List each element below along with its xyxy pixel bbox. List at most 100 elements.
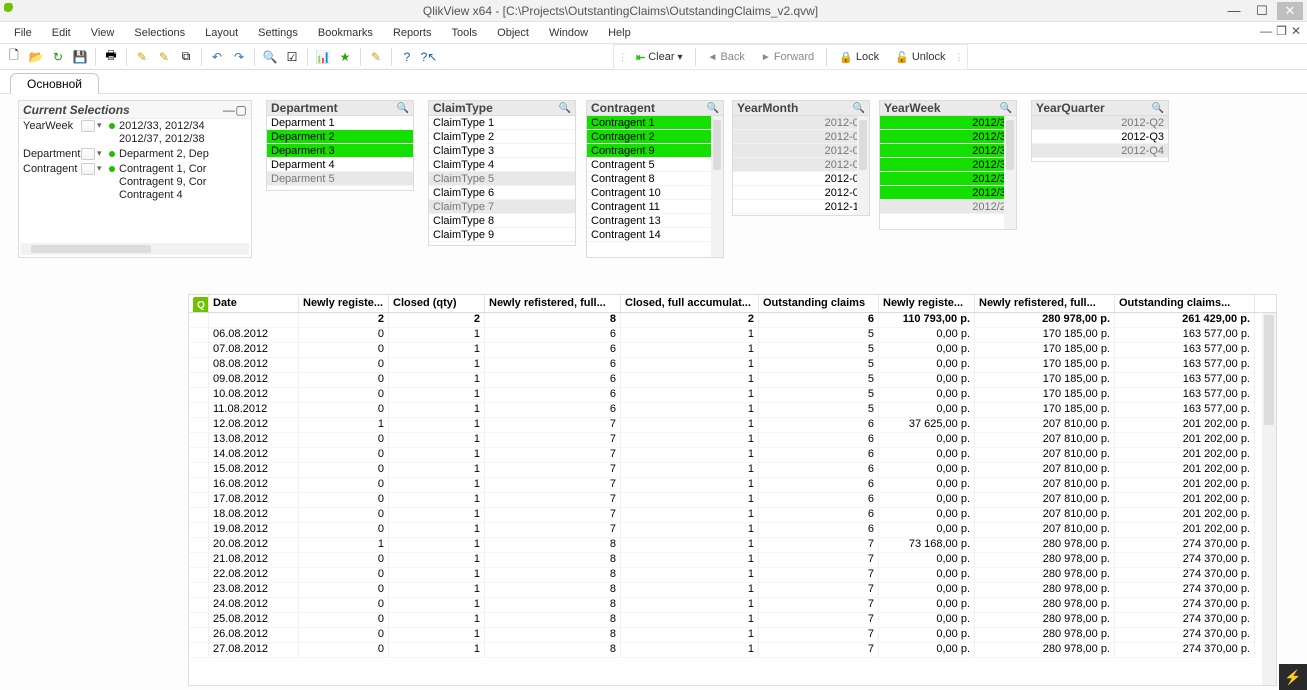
list-item[interactable]: Contragent 11 bbox=[587, 200, 723, 214]
help-icon[interactable]: ? bbox=[397, 47, 417, 67]
list-item[interactable]: Contragent 9 bbox=[587, 144, 723, 158]
table-row[interactable]: 22.08.2012018170,00 р.280 978,00 р.274 3… bbox=[189, 568, 1276, 583]
list-item[interactable]: Deparment 3 bbox=[267, 144, 413, 158]
list-item[interactable]: 2012-04 bbox=[733, 116, 869, 130]
table-scrollbar[interactable] bbox=[1262, 313, 1276, 685]
list-item[interactable]: ClaimType 3 bbox=[429, 144, 575, 158]
mdi-close-button[interactable]: ✕ bbox=[1291, 24, 1301, 38]
menu-settings[interactable]: Settings bbox=[248, 25, 308, 41]
edit-script-icon[interactable]: ✎ bbox=[132, 47, 152, 67]
menu-reports[interactable]: Reports bbox=[383, 25, 442, 41]
list-item[interactable]: 2012-Q2 bbox=[1032, 116, 1168, 130]
list-item[interactable]: 2012-08 bbox=[733, 172, 869, 186]
print-icon[interactable]: 🖶 bbox=[101, 47, 121, 67]
table-row[interactable]: 26.08.2012018170,00 р.280 978,00 р.274 3… bbox=[189, 628, 1276, 643]
table-row[interactable]: 09.08.2012016150,00 р.170 185,00 р.163 5… bbox=[189, 373, 1276, 388]
current-selections-icon[interactable]: ☑ bbox=[282, 47, 302, 67]
dropdown-icon[interactable]: ▾ bbox=[97, 148, 107, 159]
horizontal-scrollbar[interactable] bbox=[21, 243, 249, 255]
list-item[interactable]: Contragent 10 bbox=[587, 186, 723, 200]
menu-layout[interactable]: Layout bbox=[195, 25, 248, 41]
reload-icon[interactable]: ✎ bbox=[154, 47, 174, 67]
table-row[interactable]: 20.08.20121181773 168,00 р.280 978,00 р.… bbox=[189, 538, 1276, 553]
list-item[interactable]: Contragent 8 bbox=[587, 172, 723, 186]
search-icon[interactable]: 🔍 bbox=[853, 103, 865, 114]
list-item[interactable]: 2012/34 bbox=[880, 130, 1016, 144]
listbox-claimtype[interactable]: ClaimType🔍ClaimType 1ClaimType 2ClaimTyp… bbox=[428, 100, 576, 246]
column-header[interactable]: Closed, full accumulat... bbox=[621, 295, 759, 312]
dropdown-icon[interactable]: ▾ bbox=[678, 52, 683, 63]
minimize-icon[interactable]: — bbox=[223, 103, 235, 117]
undo-icon[interactable]: ↶ bbox=[207, 47, 227, 67]
notes-icon[interactable]: ✎ bbox=[366, 47, 386, 67]
menu-selections[interactable]: Selections bbox=[124, 25, 195, 41]
close-button[interactable]: ✕ bbox=[1277, 2, 1303, 20]
list-item[interactable]: 2012-06 bbox=[733, 144, 869, 158]
list-item[interactable]: 2012-10 bbox=[733, 200, 869, 214]
list-item[interactable]: Contragent 14 bbox=[587, 228, 723, 242]
table-row[interactable]: 07.08.2012016150,00 р.170 185,00 р.163 5… bbox=[189, 343, 1276, 358]
column-header[interactable]: Newly refistered, full... bbox=[975, 295, 1115, 312]
listbox-contragent[interactable]: Contragent🔍Contragent 1Contragent 2Contr… bbox=[586, 100, 724, 258]
list-item[interactable]: 2012/35 bbox=[880, 144, 1016, 158]
refresh-icon[interactable]: ↻ bbox=[48, 47, 68, 67]
list-item[interactable]: Contragent 13 bbox=[587, 214, 723, 228]
redo-icon[interactable]: ↷ bbox=[229, 47, 249, 67]
list-item[interactable]: ClaimType 1 bbox=[429, 116, 575, 130]
table-row[interactable]: 08.08.2012016150,00 р.170 185,00 р.163 5… bbox=[189, 358, 1276, 373]
listbox-department[interactable]: Department🔍Deparment 1Deparment 2Deparme… bbox=[266, 100, 414, 191]
clear-selection-icon[interactable] bbox=[81, 120, 95, 132]
table-row[interactable]: 14.08.2012017160,00 р.207 810,00 р.201 2… bbox=[189, 448, 1276, 463]
table-row[interactable]: 21.08.2012018170,00 р.280 978,00 р.274 3… bbox=[189, 553, 1276, 568]
menu-file[interactable]: File bbox=[4, 25, 42, 41]
search-icon[interactable]: 🔍 bbox=[397, 103, 409, 114]
table-row[interactable]: 23.08.2012018170,00 р.280 978,00 р.274 3… bbox=[189, 583, 1276, 598]
clear-button[interactable]: ⇤ Clear ▾ bbox=[629, 47, 690, 67]
list-item[interactable]: ClaimType 5 bbox=[429, 172, 575, 186]
listbox-scrollbar[interactable] bbox=[1004, 116, 1016, 229]
current-selections-box[interactable]: Current Selections — ▢ YearWeek ▾ 2012/3… bbox=[18, 100, 252, 258]
unlock-button[interactable]: 🔓 Unlock bbox=[888, 47, 952, 67]
list-item[interactable]: 2012-09 bbox=[733, 186, 869, 200]
outstanding-claims-table[interactable]: Q▾DateNewly registe...Closed (qty)Newly … bbox=[188, 294, 1277, 686]
column-header[interactable]: Newly registe... bbox=[879, 295, 975, 312]
search-icon[interactable]: 🔍 bbox=[707, 103, 719, 114]
list-item[interactable]: Deparment 5 bbox=[267, 172, 413, 186]
dropdown-icon[interactable]: ▾ bbox=[97, 163, 107, 174]
list-item[interactable]: Deparment 4 bbox=[267, 158, 413, 172]
menu-edit[interactable]: Edit bbox=[42, 25, 81, 41]
table-row[interactable]: 17.08.2012017160,00 р.207 810,00 р.201 2… bbox=[189, 493, 1276, 508]
table-row[interactable]: 12.08.20121171637 625,00 р.207 810,00 р.… bbox=[189, 418, 1276, 433]
list-item[interactable]: ClaimType 8 bbox=[429, 214, 575, 228]
list-item[interactable]: ClaimType 4 bbox=[429, 158, 575, 172]
back-button[interactable]: ◄ Back bbox=[701, 47, 752, 67]
list-item[interactable]: 2012-05 bbox=[733, 130, 869, 144]
search-icon[interactable]: 🔍 bbox=[559, 103, 571, 114]
list-item[interactable]: 2012-Q3 bbox=[1032, 130, 1168, 144]
list-item[interactable]: 2012/37 bbox=[880, 172, 1016, 186]
save-icon[interactable]: 💾 bbox=[70, 47, 90, 67]
table-row[interactable]: 06.08.2012016150,00 р.170 185,00 р.163 5… bbox=[189, 328, 1276, 343]
column-header[interactable]: Closed (qty) bbox=[389, 295, 485, 312]
column-header[interactable]: Newly refistered, full... bbox=[485, 295, 621, 312]
menu-help[interactable]: Help bbox=[598, 25, 641, 41]
menu-object[interactable]: Object bbox=[487, 25, 539, 41]
menu-view[interactable]: View bbox=[81, 25, 125, 41]
search-icon[interactable]: 🔍 bbox=[260, 47, 280, 67]
clear-selection-icon[interactable] bbox=[81, 148, 95, 160]
list-item[interactable]: Deparment 2 bbox=[267, 130, 413, 144]
tray-icon[interactable]: ⚡ bbox=[1279, 664, 1307, 690]
list-item[interactable]: ClaimType 6 bbox=[429, 186, 575, 200]
column-header[interactable]: Outstanding claims bbox=[759, 295, 879, 312]
mdi-restore-button[interactable]: ❐ bbox=[1276, 24, 1287, 38]
mdi-minimize-button[interactable]: — bbox=[1260, 24, 1272, 38]
open-icon[interactable]: 📂 bbox=[26, 47, 46, 67]
table-row[interactable]: 13.08.2012017160,00 р.207 810,00 р.201 2… bbox=[189, 433, 1276, 448]
table-row[interactable]: 25.08.2012018170,00 р.280 978,00 р.274 3… bbox=[189, 613, 1276, 628]
new-doc-icon[interactable]: 🗋 bbox=[4, 47, 24, 67]
column-header[interactable]: Date bbox=[209, 295, 299, 312]
menu-bookmarks[interactable]: Bookmarks bbox=[308, 25, 383, 41]
quick-chart-icon[interactable]: 📊 bbox=[313, 47, 333, 67]
search-icon[interactable]: 🔍 bbox=[1000, 103, 1012, 114]
forward-button[interactable]: ► Forward bbox=[754, 47, 821, 67]
